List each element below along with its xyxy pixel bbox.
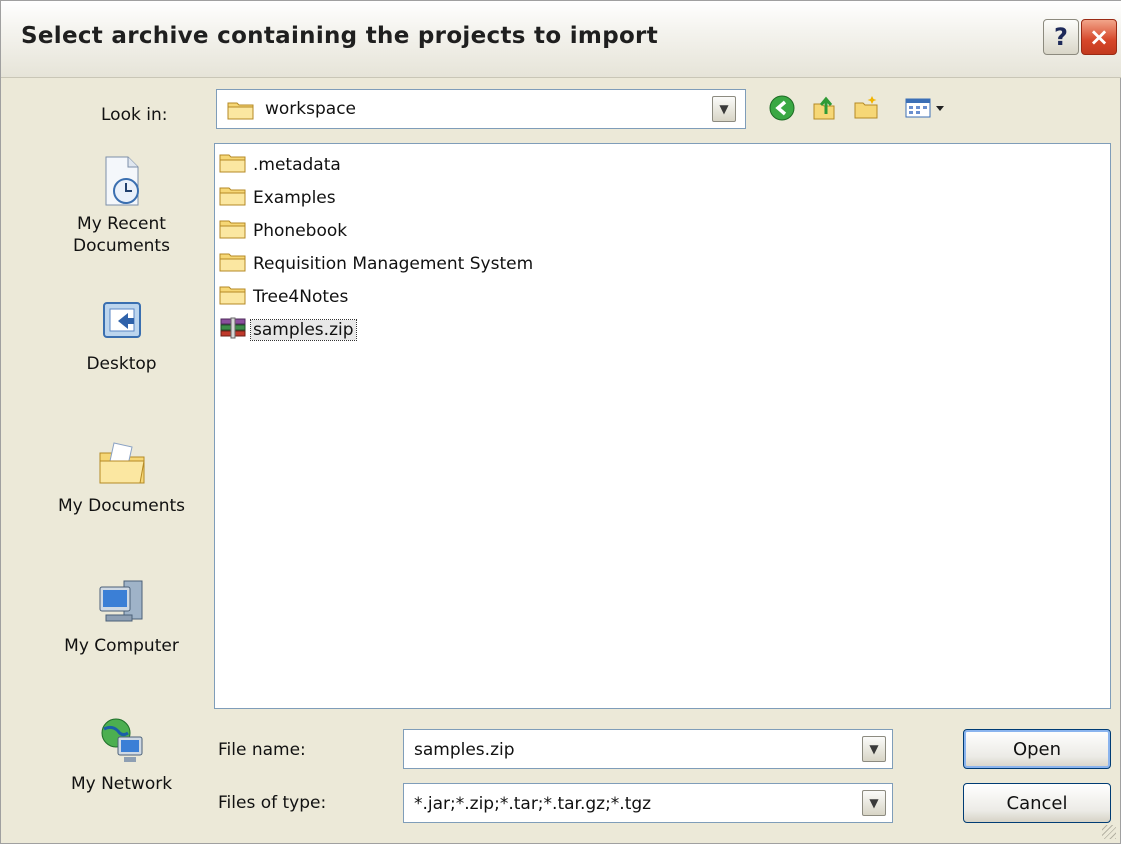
folder-icon [219,218,247,244]
list-item[interactable]: Requisition Management System [219,250,535,278]
dialog-title: Select archive containing the projects t… [21,23,658,49]
place-label: My Documents [57,496,186,516]
up-folder-icon[interactable] [809,93,839,123]
file-open-dialog: Select archive containing the projects t… [0,0,1121,844]
file-type-label: Files of type: [218,793,327,813]
list-item[interactable]: Phonebook [219,217,349,245]
place-desktop[interactable]: Desktop [49,293,194,375]
list-item[interactable]: Tree4Notes [219,283,350,311]
chevron-down-icon[interactable]: ▼ [712,96,736,122]
back-icon[interactable] [767,93,797,123]
title-bar: Select archive containing the projects t… [1,1,1121,78]
file-name: Phonebook [253,221,348,241]
resize-grip[interactable] [1102,825,1116,839]
place-my-network[interactable]: My Network [49,713,194,795]
place-recent-documents[interactable]: My Recent Documents [49,153,194,257]
my-network-icon [94,718,150,773]
file-type-combobox[interactable]: *.jar;*.zip;*.tar;*.tar.gz;*.tgz ▼ [403,783,893,823]
folder-icon [227,100,255,124]
my-computer-icon [94,580,150,635]
cancel-button[interactable]: Cancel [963,783,1111,823]
views-menu-icon[interactable] [901,93,951,123]
folder-icon [219,152,247,178]
file-name: Examples [253,188,336,208]
list-item[interactable]: .metadata [219,151,343,179]
file-name-input[interactable]: samples.zip [414,740,515,760]
place-label: My Recent Documents [73,214,170,256]
file-name-combobox[interactable]: samples.zip ▼ [403,729,893,769]
my-documents-icon [94,442,150,495]
file-name: samples.zip [250,319,357,341]
place-my-documents[interactable]: My Documents [49,435,194,517]
file-type-value: *.jar;*.zip;*.tar;*.tar.gz;*.tgz [414,794,652,814]
look-in-label: Look in: [101,105,168,125]
file-list[interactable]: .metadata Examples Phonebook Requisition… [214,143,1111,709]
open-button[interactable]: Open [963,729,1111,769]
place-label: My Computer [64,636,179,656]
places-bar: My Recent Documents Desktop My Documents… [49,143,194,833]
file-name: Requisition Management System [253,254,534,274]
file-name-label: File name: [218,740,306,760]
folder-icon [219,185,247,211]
desktop-icon [94,302,150,353]
help-button[interactable]: ? [1043,19,1079,55]
look-in-value: workspace [265,99,357,119]
file-name: Tree4Notes [253,287,349,307]
look-in-combobox[interactable]: workspace ▼ [216,89,746,129]
place-my-computer[interactable]: My Computer [49,575,194,657]
chevron-down-icon[interactable]: ▼ [862,736,886,762]
folder-icon [219,251,247,277]
list-item-selected[interactable]: samples.zip [219,316,357,344]
new-folder-icon[interactable] [851,93,881,123]
chevron-down-icon[interactable]: ▼ [862,790,886,816]
folder-icon [219,284,247,310]
zip-archive-icon [219,316,247,344]
recent-documents-icon [94,156,150,213]
close-button[interactable]: × [1081,19,1117,55]
place-label: Desktop [86,354,157,374]
file-name: .metadata [253,155,341,175]
list-item[interactable]: Examples [219,184,338,212]
place-label: My Network [70,774,173,794]
